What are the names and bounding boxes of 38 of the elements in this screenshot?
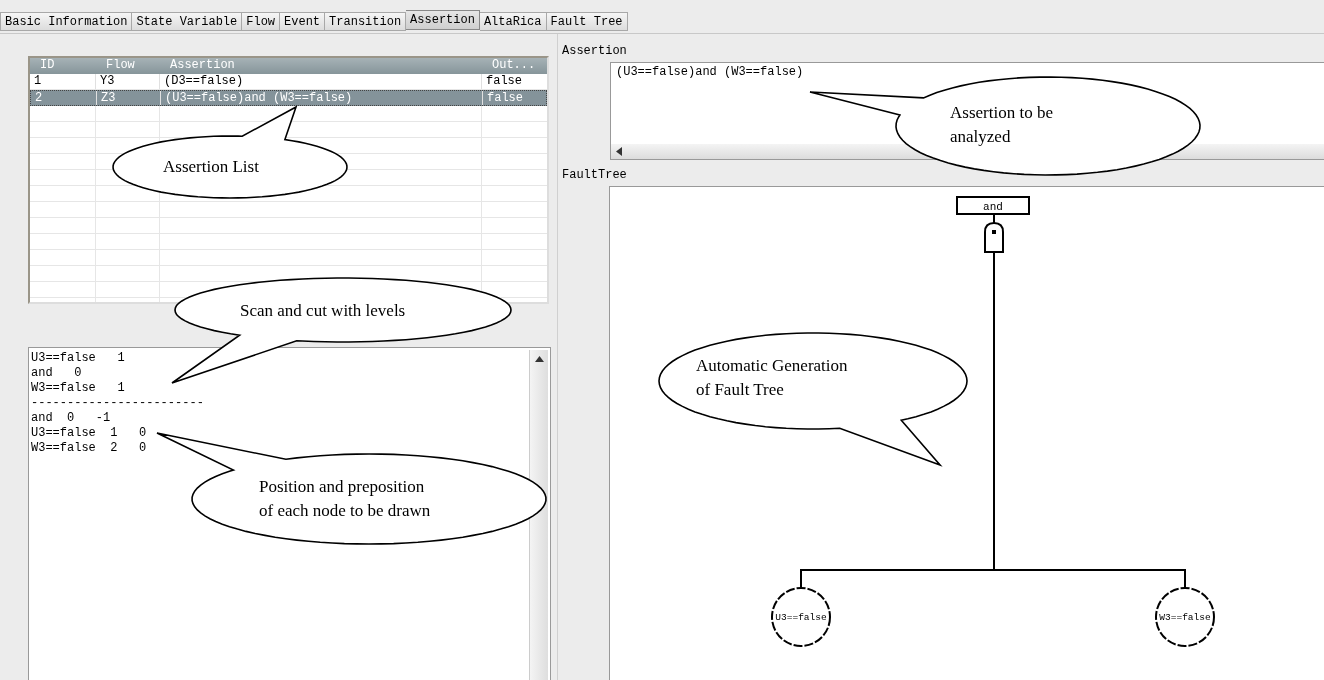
tab[interactable]: Assertion (406, 10, 480, 30)
callout-text: Assertion to be analyzed (950, 102, 1053, 148)
output-line: and 0 -1 (31, 411, 112, 426)
table-cell: Y3 (96, 74, 160, 89)
tab[interactable]: AltaRica (479, 12, 547, 31)
tab[interactable]: Flow (242, 12, 281, 31)
callout-text: Scan and cut with levels (240, 300, 406, 322)
callout-text: Automatic Generation of Fault Tree (696, 355, 848, 401)
and-gate-icon[interactable] (984, 222, 1004, 253)
table-cell: 2 (31, 91, 97, 105)
table-cell: (U3==false)and (W3==false) (161, 91, 483, 105)
event-node[interactable]: and (956, 196, 1030, 215)
field-value: (U3==false)and (W3==false) (615, 64, 805, 81)
table-cell: (D3==false) (160, 74, 482, 89)
callout-text: Position and preposition of each node to be drawn (259, 476, 431, 522)
group-label: FaultTree (562, 168, 627, 182)
tab[interactable]: Event (280, 12, 326, 31)
output-line: W3==false 2 0 (31, 441, 148, 456)
output-line: W3==false 1 (31, 381, 126, 396)
table-cell: Z3 (97, 91, 161, 105)
output-line: U3==false 1 0 (31, 426, 148, 441)
basic-event[interactable]: U3==false (771, 587, 831, 647)
table-cell-text: false (485, 74, 523, 89)
basic-event[interactable]: W3==false (1155, 587, 1215, 647)
output-line: U3==false 1 (31, 351, 126, 366)
output-line: and 0 (31, 366, 83, 381)
tab[interactable]: Transition (325, 12, 407, 31)
callout-text: Assertion List (163, 156, 259, 178)
tab[interactable]: State Variable (132, 12, 243, 31)
vertical-scrollbar[interactable] (529, 350, 548, 680)
table-cell-text: false (486, 91, 524, 105)
table-cell: 1 (30, 74, 96, 89)
tab[interactable]: Fault Tree (546, 12, 628, 31)
output-line: ------------------------ (31, 396, 205, 411)
scroll-left-icon[interactable] (616, 147, 622, 156)
tab[interactable]: Basic Information (0, 12, 133, 31)
group-label: Assertion (562, 44, 627, 58)
scroll-up-icon[interactable] (534, 356, 544, 362)
